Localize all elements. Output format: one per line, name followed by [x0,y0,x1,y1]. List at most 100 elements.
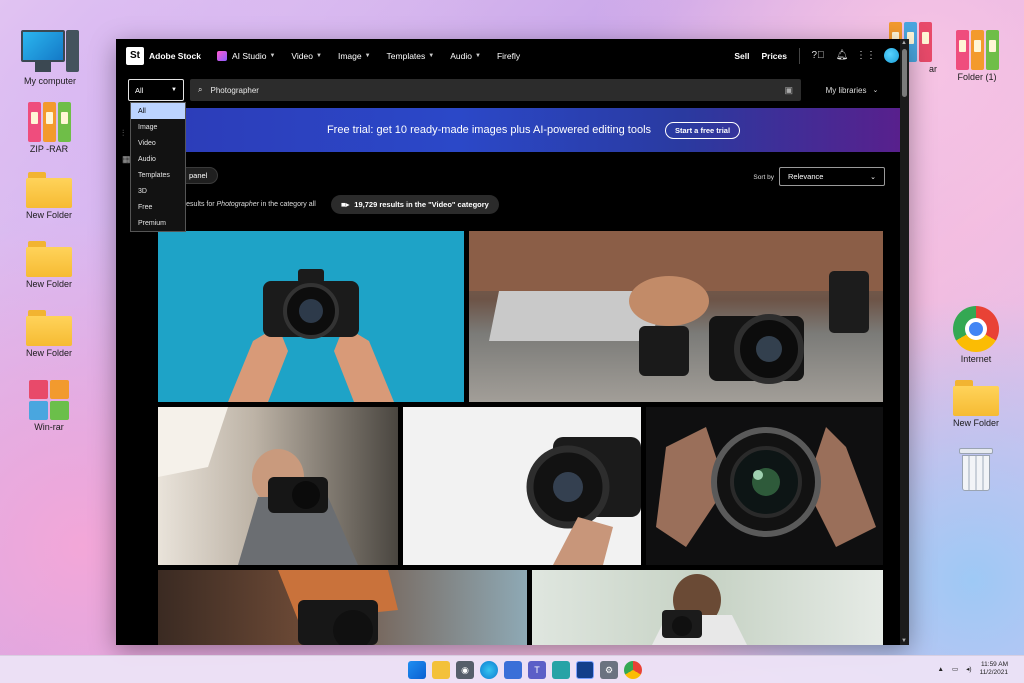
camera-icon[interactable]: ◉ [456,661,474,679]
chevron-down-icon: ▼ [171,87,177,93]
apps-grid-icon[interactable]: ⋮⋮ [856,50,876,62]
desktop-icon-label: ZIP -RAR [29,144,69,154]
desktop-icon-internet[interactable]: Internet [936,306,1016,364]
scrollbar[interactable]: ▲ ▼ [900,39,909,645]
visual-search-icon[interactable]: ▣ [784,85,793,96]
volume-icon[interactable]: ◂) [966,665,971,673]
browser-window: St Adobe Stock AI Studio ▼ Video ▼ Image ▼ … [116,39,909,645]
photo-photographer-orange [278,570,398,645]
top-navigation: St Adobe Stock AI Studio ▼ Video ▼ Image ▼ … [116,39,909,72]
network-icon[interactable]: ▭ [952,665,958,673]
category-option-video[interactable]: Video [131,135,185,151]
adobe-stock-logo[interactable]: St [126,46,144,65]
desktop-icon-recycle-bin[interactable] [936,446,1016,492]
desktop-icon-label: New Folder [25,279,72,289]
taskbar: ◉ T ⚙ ▲ ▭ ◂) 11:59 AM 11/2/2021 [0,655,1024,683]
image-tile-photographer-orange[interactable] [158,570,527,645]
desktop-icon-label: Folder (1) [957,72,997,82]
chevron-down-icon: ▼ [316,52,322,59]
scroll-up-icon[interactable]: ▲ [901,40,907,46]
desktop-icon-zip-rar[interactable]: ZIP -RAR [9,102,89,154]
folder-icon [26,241,72,277]
nav-item-firefly[interactable]: Firefly [497,51,520,61]
desktop-icon-win-rar[interactable]: Win-rar [9,380,89,432]
sort-select[interactable]: Relevance ⌄ [779,167,885,186]
desktop-icon-folder-1[interactable]: Folder (1) [937,30,1017,82]
nav-item-templates[interactable]: Templates ▼ [387,51,435,61]
nav-item-audio[interactable]: Audio ▼ [450,51,481,61]
ai-studio-icon [216,50,227,61]
edge-icon[interactable] [480,661,498,679]
my-libraries-button[interactable]: My libraries ⌄ [807,86,897,95]
sell-link[interactable]: Sell [734,51,749,61]
store-icon[interactable] [504,661,522,679]
results-count: 4 results for Photographer in the catego… [178,201,316,208]
category-select[interactable]: All ▼ [128,79,184,101]
category-option-all[interactable]: All [131,103,185,119]
image-tile-camera-laptop[interactable] [469,231,883,402]
prices-link[interactable]: Prices [761,51,787,61]
windows-start-icon[interactable] [408,661,426,679]
folder-icon [26,310,72,346]
search-icon: ⌕ [198,85,203,94]
help-icon[interactable]: ?⃝ [811,50,824,62]
filter-icon[interactable]: ⫶ [122,128,124,139]
video-camera-icon: ■▸ [341,200,350,209]
image-tile-man-with-camera[interactable] [532,570,883,645]
category-option-premium[interactable]: Premium [131,215,185,231]
folder-icon [26,172,72,208]
category-dropdown-menu: All Image Video Audio Templates 3D Free … [130,102,186,232]
nav-item-video[interactable]: Video ▼ [291,51,322,61]
desktop-icon-new-folder-3[interactable]: New Folder [9,310,89,358]
maps-icon[interactable] [552,661,570,679]
folder-icon [953,380,999,416]
teams-icon[interactable]: T [528,661,546,679]
file-explorer-icon[interactable] [432,661,450,679]
category-option-3d[interactable]: 3D [131,183,185,199]
desktop-icon-label: New Folder [25,210,72,220]
desktop-icon-label: Internet [960,354,992,364]
banner-text: Free trial: get 10 ready-made images plu… [326,124,652,136]
category-option-free[interactable]: Free [131,199,185,215]
image-tile-camera-white[interactable] [403,407,641,565]
results-controls: panel Sort by Relevance ⌄ 4 results for … [158,163,909,223]
free-trial-banner: Free trial: get 10 ready-made images plu… [158,108,909,152]
photo-camera-white-bg [526,437,641,565]
nav-item-image[interactable]: Image ▼ [338,51,371,61]
computer-icon [19,28,81,74]
desktop-icon-new-folder-1[interactable]: New Folder [9,172,89,220]
binders-icon [26,102,72,142]
scroll-down-icon[interactable]: ▼ [901,638,907,644]
desktop-icon-my-computer[interactable]: My computer [10,28,90,86]
desktop-icon-label: New Folder [25,348,72,358]
category-option-audio[interactable]: Audio [131,151,185,167]
desktop-icon-new-folder-2[interactable]: New Folder [9,241,89,289]
category-option-image[interactable]: Image [131,119,185,135]
chrome-icon[interactable] [624,661,642,679]
chevron-down-icon: ⌄ [870,173,876,181]
image-tile-lens-closeup[interactable] [646,407,883,565]
nav-divider [799,47,800,64]
search-row: All ▼ ⌕ Photographer ▣ My libraries ⌄ [116,72,909,108]
photo-photographer [158,407,358,565]
video-category-pill[interactable]: ■▸ 19,729 results in the "Video" categor… [331,195,499,214]
photo-man-camera [652,574,747,645]
recycle-bin-icon [959,446,993,492]
settings-icon[interactable]: ⚙ [600,661,618,679]
search-input[interactable]: ⌕ Photographer ▣ [190,79,801,101]
chevron-up-icon[interactable]: ▲ [938,666,944,673]
system-clock[interactable]: 11:59 AM 11/2/2021 [980,661,1008,677]
image-tile-camera-hands-blue[interactable] [158,231,464,402]
photo-lens-dark [656,427,876,547]
avatar[interactable] [884,48,899,63]
remote-desktop-icon[interactable] [576,661,594,679]
scrollbar-thumb[interactable] [902,49,907,97]
category-option-templates[interactable]: Templates [131,167,185,183]
desktop-icon-new-folder-right[interactable]: New Folder [936,380,1016,428]
bell-icon[interactable]: 🔔︎ [836,50,849,62]
nav-item-ai-studio[interactable]: AI Studio ▼ [216,50,275,61]
brand-name[interactable]: Adobe Stock [149,51,201,61]
start-free-trial-button[interactable]: Start a free trial [665,121,741,139]
search-query: Photographer [210,85,259,95]
image-tile-photographer-studio[interactable] [158,407,398,565]
